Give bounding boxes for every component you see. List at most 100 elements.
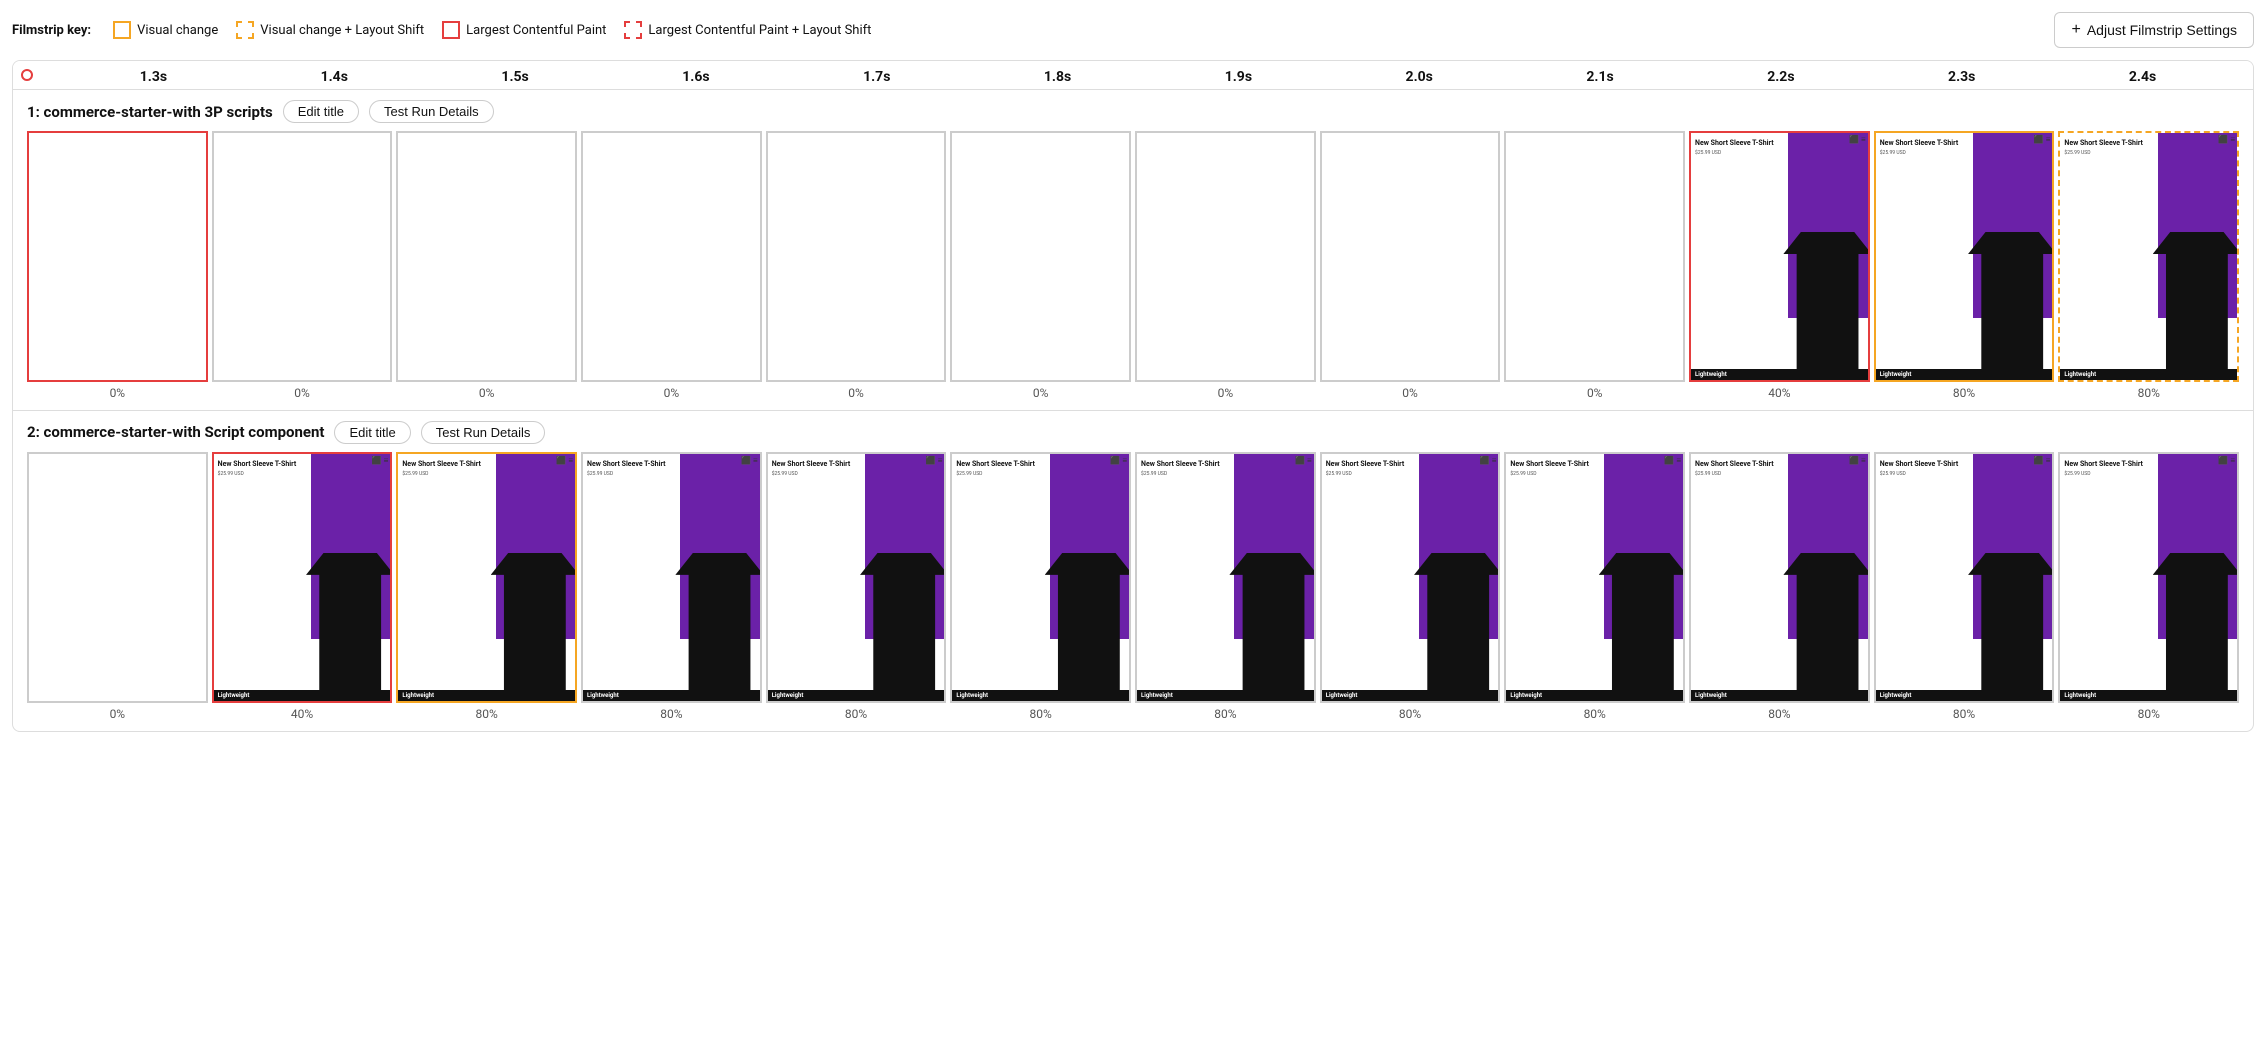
percent-label: 80%	[1874, 707, 2055, 721]
frame-cell[interactable]: New Short Sleeve T-Shirt$25.99 USD⬛≡Ligh…	[1135, 452, 1316, 703]
filmstrip-container: 1.3s1.4s1.5s1.6s1.7s1.8s1.9s2.0s2.1s2.2s…	[12, 60, 2254, 732]
timeline-tick: 1.6s	[605, 69, 786, 85]
key-item-label: Largest Contentful Paint + Layout Shift	[648, 23, 871, 38]
timeline-tick: 2.0s	[1329, 69, 1510, 85]
red-indicator-dot	[21, 69, 33, 81]
section-2: 2: commerce-starter-with Script componen…	[13, 411, 2253, 731]
frame-icon-camera: ⬛	[1110, 456, 1120, 465]
frame-cell[interactable]: New Short Sleeve T-Shirt$25.99 USD⬛≡Ligh…	[2058, 452, 2239, 703]
lightweight-bar: Lightweight	[2060, 690, 2237, 701]
frame-box[interactable]	[950, 131, 1131, 382]
frame-cell[interactable]: New Short Sleeve T-Shirt$25.99 USD⬛≡Ligh…	[2058, 131, 2239, 382]
percent-label: 80%	[2058, 707, 2239, 721]
frame-icon-camera: ⬛	[926, 456, 936, 465]
timeline-tick: 2.2s	[1690, 69, 1871, 85]
frame-cell[interactable]	[1504, 131, 1685, 382]
timeline-tick: 1.9s	[1148, 69, 1329, 85]
frame-cell[interactable]	[766, 131, 947, 382]
frame-box[interactable]: New Short Sleeve T-Shirt$25.99 USD⬛≡Ligh…	[1320, 452, 1501, 703]
frame-cell[interactable]: New Short Sleeve T-Shirt$25.99 USD⬛≡Ligh…	[1874, 452, 2055, 703]
frame-box[interactable]: New Short Sleeve T-Shirt$25.99 USD⬛≡Ligh…	[1874, 131, 2055, 382]
key-item-lcp: Largest Contentful Paint	[442, 21, 606, 39]
section-1-edit-title[interactable]: Edit title	[283, 100, 359, 123]
frame-cell[interactable]	[950, 131, 1131, 382]
frame-icon-menu: ≡	[1861, 135, 1866, 144]
frame-box[interactable]	[1504, 131, 1685, 382]
frame-box[interactable]	[27, 452, 208, 703]
frame-box[interactable]: New Short Sleeve T-Shirt$25.99 USD⬛≡Ligh…	[766, 452, 947, 703]
frame-cell[interactable]	[27, 452, 208, 703]
frame-box[interactable]: New Short Sleeve T-Shirt$25.99 USD⬛≡Ligh…	[581, 452, 762, 703]
frame-box[interactable]	[1320, 131, 1501, 382]
frame-cell[interactable]: New Short Sleeve T-Shirt$25.99 USD⬛≡Ligh…	[1320, 452, 1501, 703]
key-heading: Filmstrip key:	[12, 23, 91, 38]
visual-change-layout-icon	[236, 21, 254, 39]
frame-cell[interactable]	[27, 131, 208, 382]
frame-icon-camera: ⬛	[1480, 456, 1490, 465]
percent-label: 80%	[1689, 707, 1870, 721]
frame-box[interactable]	[766, 131, 947, 382]
timeline-tick: 2.4s	[2052, 69, 2233, 85]
frame-box[interactable]: New Short Sleeve T-Shirt$25.99 USD⬛≡Ligh…	[1135, 452, 1316, 703]
frame-box[interactable]	[212, 131, 393, 382]
section-1-percentages: 0%0%0%0%0%0%0%0%0%40%80%80%	[27, 382, 2239, 410]
frame-icon-menu: ≡	[1676, 456, 1681, 465]
frame-box[interactable]	[1135, 131, 1316, 382]
frame-box[interactable]: New Short Sleeve T-Shirt$25.99 USD⬛≡Ligh…	[212, 452, 393, 703]
frame-icon-camera: ⬛	[2034, 456, 2044, 465]
percent-label: 0%	[581, 386, 762, 400]
adjust-filmstrip-button[interactable]: + Adjust Filmstrip Settings	[2054, 12, 2254, 48]
frame-box[interactable]: New Short Sleeve T-Shirt$25.99 USD⬛≡Ligh…	[950, 452, 1131, 703]
frame-cell[interactable]: New Short Sleeve T-Shirt$25.99 USD⬛≡Ligh…	[212, 452, 393, 703]
frame-cell[interactable]: New Short Sleeve T-Shirt$25.99 USD⬛≡Ligh…	[1504, 452, 1685, 703]
frame-icon-menu: ≡	[2230, 456, 2235, 465]
section-2-edit-title[interactable]: Edit title	[334, 421, 410, 444]
key-item-visual-change-layout: Visual change + Layout Shift	[236, 21, 424, 39]
frame-box[interactable]: New Short Sleeve T-Shirt$25.99 USD⬛≡Ligh…	[1874, 452, 2055, 703]
frame-cell[interactable]	[1320, 131, 1501, 382]
frame-box[interactable]: New Short Sleeve T-Shirt$25.99 USD⬛≡Ligh…	[1689, 131, 1870, 382]
frame-icon-camera: ⬛	[1849, 135, 1859, 144]
frame-box[interactable]: New Short Sleeve T-Shirt$25.99 USD⬛≡Ligh…	[1504, 452, 1685, 703]
frame-cell[interactable]	[396, 131, 577, 382]
frame-icon-camera: ⬛	[741, 456, 751, 465]
section-2-test-run-details[interactable]: Test Run Details	[421, 421, 546, 444]
frame-box[interactable]: New Short Sleeve T-Shirt$25.99 USD⬛≡Ligh…	[396, 452, 577, 703]
frame-icon-menu: ≡	[2046, 456, 2051, 465]
frame-cell[interactable]: New Short Sleeve T-Shirt$25.99 USD⬛≡Ligh…	[950, 452, 1131, 703]
timeline-tick: 1.5s	[425, 69, 606, 85]
section-1-test-run-details[interactable]: Test Run Details	[369, 100, 494, 123]
frame-cell[interactable]: New Short Sleeve T-Shirt$25.99 USD⬛≡Ligh…	[581, 452, 762, 703]
timeline-tick: 2.3s	[1871, 69, 2052, 85]
frame-cell[interactable]	[581, 131, 762, 382]
section-2-header: 2: commerce-starter-with Script componen…	[27, 421, 2239, 444]
frame-box[interactable]: New Short Sleeve T-Shirt$25.99 USD⬛≡Ligh…	[2058, 452, 2239, 703]
frame-box[interactable]	[27, 131, 208, 382]
frame-box[interactable]	[396, 131, 577, 382]
frame-icon-camera: ⬛	[556, 456, 566, 465]
frame-box[interactable]: New Short Sleeve T-Shirt$25.99 USD⬛≡Ligh…	[1689, 452, 1870, 703]
percent-label: 0%	[1135, 386, 1316, 400]
frame-cell[interactable]: New Short Sleeve T-Shirt$25.99 USD⬛≡Ligh…	[1689, 131, 1870, 382]
percent-label: 80%	[766, 707, 947, 721]
percent-label: 0%	[1320, 386, 1501, 400]
timeline-tick: 1.8s	[967, 69, 1148, 85]
frame-cell[interactable]: New Short Sleeve T-Shirt$25.99 USD⬛≡Ligh…	[1689, 452, 1870, 703]
frame-cell[interactable]	[1135, 131, 1316, 382]
frame-cell[interactable]: New Short Sleeve T-Shirt$25.99 USD⬛≡Ligh…	[766, 452, 947, 703]
section-2-title: 2: commerce-starter-with Script componen…	[27, 423, 324, 441]
frame-cell[interactable]: New Short Sleeve T-Shirt$25.99 USD⬛≡Ligh…	[1874, 131, 2055, 382]
frame-icon-menu: ≡	[938, 456, 943, 465]
adjust-btn-label: Adjust Filmstrip Settings	[2087, 22, 2237, 38]
percent-label: 80%	[1135, 707, 1316, 721]
lightweight-bar: Lightweight	[1137, 690, 1314, 701]
key-item-label: Visual change + Layout Shift	[260, 23, 424, 38]
frame-box[interactable]: New Short Sleeve T-Shirt$25.99 USD⬛≡Ligh…	[2058, 131, 2239, 382]
lightweight-bar: Lightweight	[1876, 690, 2053, 701]
frame-icon-menu: ≡	[1122, 456, 1127, 465]
percent-label: 40%	[212, 707, 393, 721]
frame-box[interactable]	[581, 131, 762, 382]
percent-label: 0%	[1504, 386, 1685, 400]
frame-cell[interactable]: New Short Sleeve T-Shirt$25.99 USD⬛≡Ligh…	[396, 452, 577, 703]
frame-cell[interactable]	[212, 131, 393, 382]
